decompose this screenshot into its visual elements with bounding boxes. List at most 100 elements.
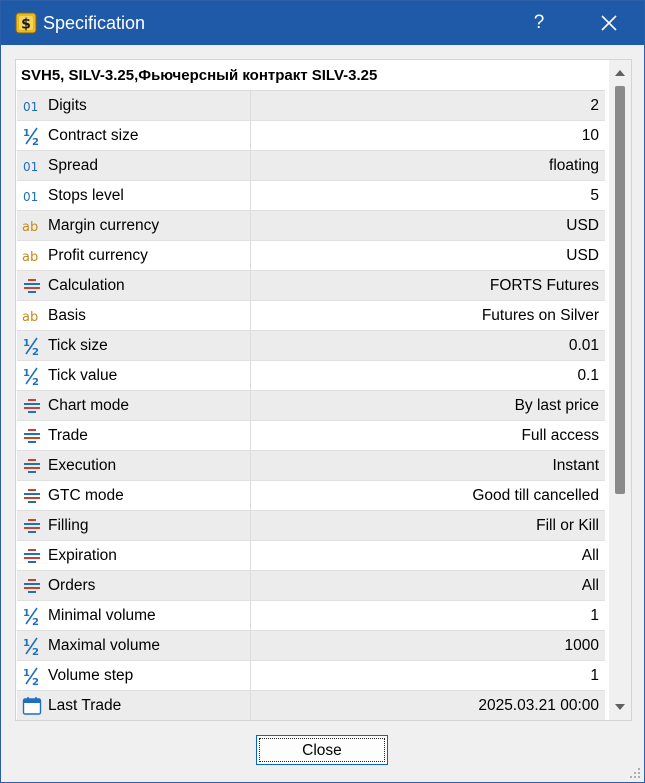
spec-rows: 01 Digits 2 1 2 Contract size 10 01 Spread floati… — [17, 91, 605, 720]
scroll-down-icon[interactable] — [615, 704, 625, 710]
spec-row-value: 1 — [590, 607, 599, 624]
column-divider — [250, 541, 251, 570]
spec-row-value: 2 — [590, 97, 599, 114]
svg-text:ab: ab — [22, 310, 38, 325]
spec-row[interactable]: ab Profit currency USD — [17, 241, 605, 271]
integer-icon: 01 — [22, 156, 42, 176]
spec-row-label: Orders — [48, 577, 96, 594]
scroll-thumb[interactable] — [615, 86, 625, 494]
enum-icon — [22, 516, 42, 536]
spec-row[interactable]: Last Trade 2025.03.21 00:00 — [17, 691, 605, 720]
enum-icon — [22, 426, 42, 446]
svg-text:1: 1 — [23, 638, 30, 649]
column-divider — [250, 481, 251, 510]
close-button-label: Close — [259, 738, 385, 762]
column-divider — [250, 241, 251, 270]
spec-row[interactable]: 1 2 Minimal volume 1 — [17, 601, 605, 631]
column-divider — [250, 91, 251, 120]
close-window-icon[interactable] — [591, 9, 625, 37]
close-button[interactable]: Close — [256, 735, 388, 765]
spec-row-label: Volume step — [48, 667, 134, 684]
spec-row-value: Good till cancelled — [472, 487, 599, 504]
enum-icon — [22, 276, 42, 296]
spec-row[interactable]: 01 Spread floating — [17, 151, 605, 181]
integer-icon: 01 — [22, 186, 42, 206]
specification-dialog: $ Specification ? SVH5, SILV-3.25,Фьючер… — [0, 0, 645, 783]
spec-row-label: Margin currency — [48, 217, 160, 234]
fraction-icon: 12 — [22, 606, 42, 628]
symbol-header-text: SVH5, SILV-3.25,Фьючерсный контракт SILV… — [21, 67, 378, 84]
svg-text:1: 1 — [23, 368, 30, 379]
spec-row[interactable]: GTC mode Good till cancelled — [17, 481, 605, 511]
svg-text:ab: ab — [22, 220, 38, 235]
spec-row[interactable]: 01 Digits 2 — [17, 91, 605, 121]
spec-row-label: Stops level — [48, 187, 124, 204]
svg-text:2: 2 — [32, 347, 39, 356]
scroll-up-icon[interactable] — [615, 70, 625, 76]
spec-row[interactable]: Filling Fill or Kill — [17, 511, 605, 541]
text-icon: ab — [22, 306, 42, 326]
spec-row-label: Contract size — [48, 127, 139, 144]
vertical-scrollbar[interactable] — [609, 60, 631, 720]
spec-row-value: Fill or Kill — [536, 517, 599, 534]
spec-row[interactable]: Execution Instant — [17, 451, 605, 481]
text-icon: ab — [22, 246, 42, 266]
column-divider — [250, 601, 251, 630]
svg-text:1: 1 — [23, 338, 30, 349]
column-divider — [250, 301, 251, 330]
spec-row[interactable]: ab Margin currency USD — [17, 211, 605, 241]
spec-row[interactable]: 1 2 Tick size 0.01 — [17, 331, 605, 361]
spec-row-value: 10 — [581, 127, 599, 144]
spec-row[interactable]: 01 Stops level 5 — [17, 181, 605, 211]
column-divider — [250, 691, 251, 720]
spec-row-label: Filling — [48, 517, 89, 534]
spec-row-label: Minimal volume — [48, 607, 156, 624]
calendar-icon — [22, 696, 42, 716]
spec-row-label: Profit currency — [48, 247, 148, 264]
spec-row-label: Tick size — [48, 337, 108, 354]
enum-icon — [22, 576, 42, 596]
column-divider — [250, 391, 251, 420]
spec-row-label: Execution — [48, 457, 117, 474]
spec-row-value: USD — [566, 217, 599, 234]
spec-row-value: By last price — [514, 397, 599, 414]
spec-row[interactable]: ab Basis Futures on Silver — [17, 301, 605, 331]
text-icon: ab — [22, 216, 42, 236]
fraction-icon: 12 — [22, 636, 42, 658]
enum-icon — [22, 546, 42, 566]
spec-row[interactable]: Expiration All — [17, 541, 605, 571]
dollar-icon: $ — [15, 12, 37, 34]
column-divider — [250, 571, 251, 600]
column-divider — [250, 421, 251, 450]
spec-row-value: 1 — [590, 667, 599, 684]
spec-row[interactable]: Chart mode By last price — [17, 391, 605, 421]
resize-grip-icon[interactable] — [629, 767, 641, 779]
help-button[interactable]: ? — [523, 9, 555, 37]
symbol-header: SVH5, SILV-3.25,Фьючерсный контракт SILV… — [17, 62, 605, 91]
spec-row-value: FORTS Futures — [489, 277, 599, 294]
title-bar[interactable]: $ Specification ? — [1, 1, 644, 45]
enum-icon — [22, 396, 42, 416]
spec-row-label: Tick value — [48, 367, 118, 384]
svg-text:1: 1 — [23, 608, 30, 619]
spec-row-label: Trade — [48, 427, 88, 444]
spec-row-value: All — [581, 547, 599, 564]
spec-row-value: Instant — [552, 457, 599, 474]
spec-row-value: floating — [549, 157, 599, 174]
spec-row[interactable]: Calculation FORTS Futures — [17, 271, 605, 301]
spec-row[interactable]: Trade Full access — [17, 421, 605, 451]
spec-row[interactable]: 1 2 Volume step 1 — [17, 661, 605, 691]
spec-row[interactable]: 1 2 Maximal volume 1000 — [17, 631, 605, 661]
column-divider — [250, 361, 251, 390]
spec-row[interactable]: 1 2 Contract size 10 — [17, 121, 605, 151]
column-divider — [250, 661, 251, 690]
column-divider — [250, 181, 251, 210]
spec-row[interactable]: Orders All — [17, 571, 605, 601]
window-title: Specification — [43, 13, 146, 33]
spec-row-label: Last Trade — [48, 697, 122, 714]
svg-text:2: 2 — [32, 617, 39, 626]
spec-row[interactable]: 1 2 Tick value 0.1 — [17, 361, 605, 391]
spec-row-label: Basis — [48, 307, 86, 324]
column-divider — [250, 211, 251, 240]
specification-table: SVH5, SILV-3.25,Фьючерсный контракт SILV… — [15, 59, 632, 721]
